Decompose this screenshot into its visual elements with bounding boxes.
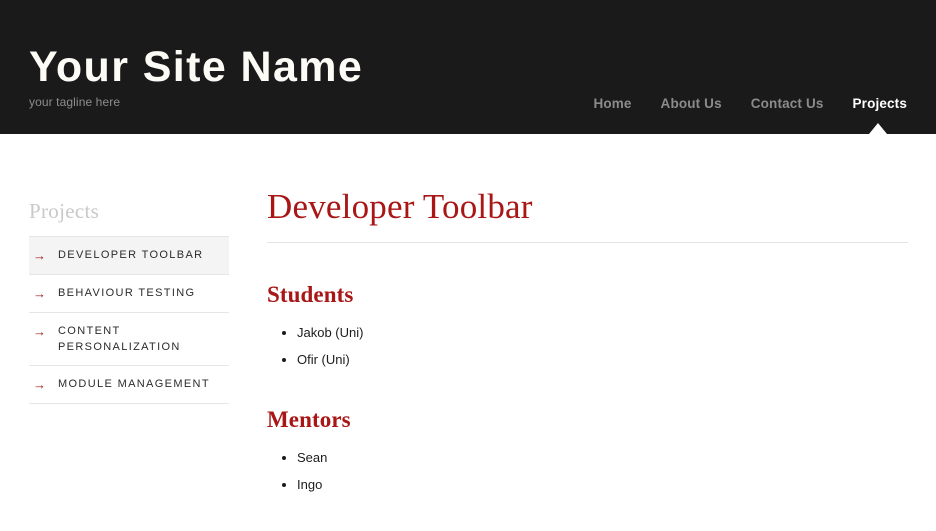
- arrow-right-icon: →: [33, 247, 46, 264]
- section-mentors: Mentors Sean Ingo: [267, 406, 908, 493]
- students-list: Jakob (Uni) Ofir (Uni): [267, 325, 908, 368]
- list-item: Jakob (Uni): [297, 325, 908, 341]
- sidebar-heading: Projects: [29, 199, 229, 223]
- page-body: Projects → Developer Toolbar → Behaviour…: [0, 134, 936, 531]
- main-content: Developer Toolbar Students Jakob (Uni) O…: [267, 186, 908, 504]
- arrow-right-icon: →: [33, 376, 46, 393]
- site-tagline: your tagline here: [29, 95, 363, 109]
- mentors-list: Sean Ingo: [267, 450, 908, 493]
- list-item: Ingo: [297, 477, 908, 493]
- sidebar-item-developer-toolbar[interactable]: → Developer Toolbar: [29, 236, 229, 274]
- arrow-right-icon: →: [33, 285, 46, 302]
- active-nav-pointer-triangle-icon: [869, 123, 887, 134]
- nav-link-home[interactable]: Home: [593, 96, 631, 112]
- sidebar: Projects → Developer Toolbar → Behaviour…: [29, 199, 229, 404]
- nav-link-about-us[interactable]: About Us: [661, 96, 722, 112]
- sidebar-item-label: Developer Toolbar: [58, 247, 203, 263]
- sidebar-item-label: Content Personalization: [58, 323, 221, 355]
- sidebar-item-label: Module Management: [58, 376, 210, 392]
- section-students: Students Jakob (Uni) Ofir (Uni): [267, 281, 908, 368]
- page-title: Developer Toolbar: [267, 186, 908, 243]
- site-header: Your Site Name your tagline here Home Ab…: [0, 0, 936, 134]
- nav-link-projects[interactable]: Projects: [853, 96, 907, 112]
- main-navigation: Home About Us Contact Us Projects: [593, 96, 907, 112]
- sidebar-item-behaviour-testing[interactable]: → Behaviour Testing: [29, 274, 229, 312]
- sidebar-item-content-personalization[interactable]: → Content Personalization: [29, 312, 229, 365]
- section-heading: Students: [267, 281, 908, 309]
- sidebar-item-module-management[interactable]: → Module Management: [29, 365, 229, 403]
- nav-link-contact-us[interactable]: Contact Us: [751, 96, 824, 112]
- section-heading: Mentors: [267, 406, 908, 434]
- list-item: Ofir (Uni): [297, 352, 908, 368]
- arrow-right-icon: →: [33, 323, 46, 340]
- sidebar-menu: → Developer Toolbar → Behaviour Testing …: [29, 236, 229, 404]
- site-branding[interactable]: Your Site Name your tagline here: [29, 44, 363, 109]
- site-title[interactable]: Your Site Name: [29, 44, 363, 90]
- list-item: Sean: [297, 450, 908, 466]
- sidebar-item-label: Behaviour Testing: [58, 285, 195, 301]
